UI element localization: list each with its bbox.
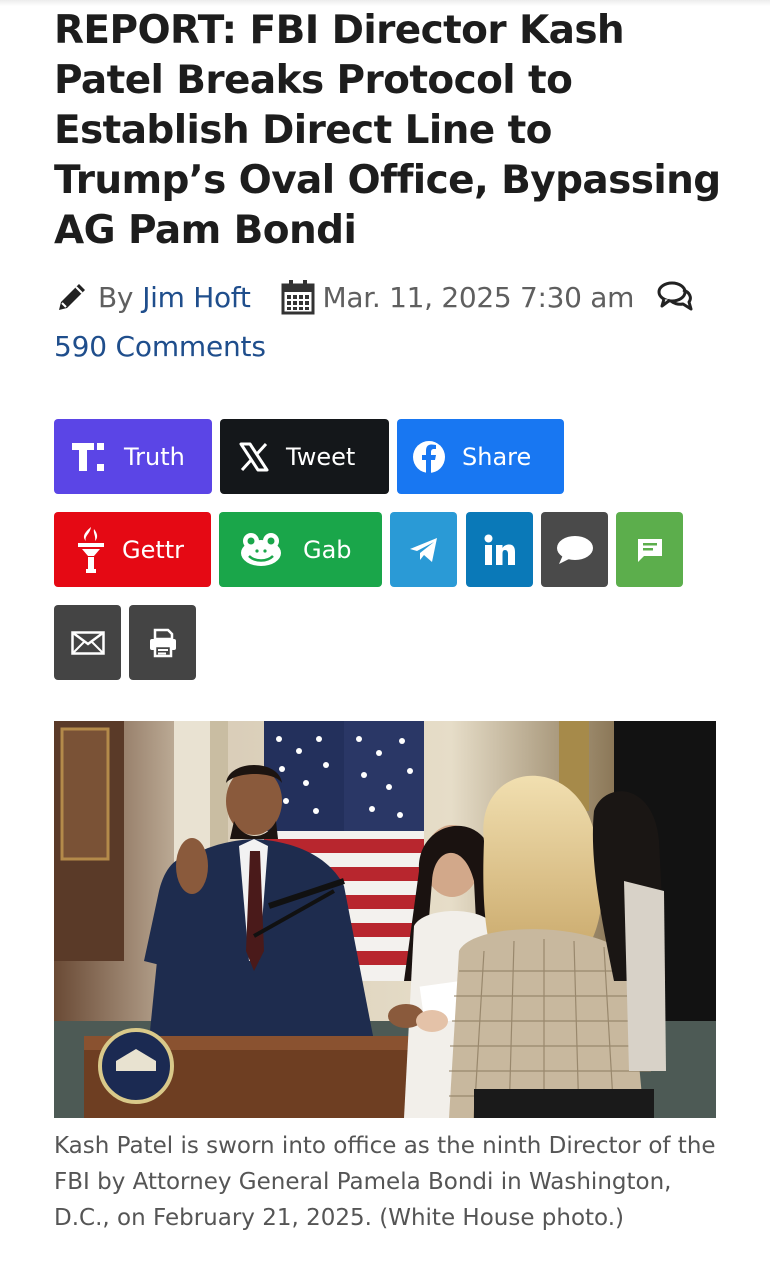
- comments-icon[interactable]: [656, 279, 694, 315]
- calendar-icon: [281, 279, 315, 315]
- sms-share-button[interactable]: [541, 512, 608, 587]
- gettr-share-button[interactable]: Gettr: [54, 512, 211, 587]
- gab-share-button[interactable]: Gab: [219, 512, 382, 587]
- print-icon: [148, 628, 178, 658]
- gab-icon: [239, 532, 283, 568]
- linkedin-share-button[interactable]: [466, 512, 533, 587]
- print-button[interactable]: [129, 605, 196, 680]
- facebook-share-label: Share: [462, 442, 532, 471]
- article-headline: REPORT: FBI Director Kash Patel Breaks P…: [54, 8, 721, 253]
- article-photo: [54, 721, 716, 1118]
- gettr-icon: [74, 525, 108, 575]
- linkedin-icon: [483, 533, 517, 567]
- telegram-share-button[interactable]: [390, 512, 457, 587]
- facebook-share-button[interactable]: Share: [397, 419, 564, 494]
- pencil-icon: [54, 279, 90, 315]
- truth-social-icon: [70, 439, 108, 475]
- message-icon: [636, 537, 664, 563]
- sms-icon: [556, 534, 594, 566]
- message-share-button[interactable]: [616, 512, 683, 587]
- truth-share-button[interactable]: Truth: [54, 419, 212, 494]
- email-share-button[interactable]: [54, 605, 121, 680]
- email-icon: [70, 630, 105, 655]
- facebook-icon: [412, 440, 446, 474]
- tweet-label: Tweet: [286, 442, 356, 471]
- truth-share-label: Truth: [124, 442, 185, 471]
- article-meta: By Jim Hoft Mar. 11, 2025 7:30 am: [54, 276, 754, 318]
- x-icon: [238, 442, 270, 472]
- comments-link[interactable]: 590 Comments: [54, 330, 266, 363]
- publish-date: Mar. 11, 2025 7:30 am: [322, 280, 635, 314]
- author-link[interactable]: Jim Hoft: [142, 281, 251, 314]
- tweet-button[interactable]: Tweet: [220, 419, 389, 494]
- gettr-share-label: Gettr: [122, 535, 185, 564]
- photo-caption: Kash Patel is sworn into office as the n…: [54, 1133, 716, 1231]
- byline-prefix: By: [98, 280, 134, 314]
- gab-share-label: Gab: [303, 535, 352, 564]
- telegram-icon: [408, 536, 440, 564]
